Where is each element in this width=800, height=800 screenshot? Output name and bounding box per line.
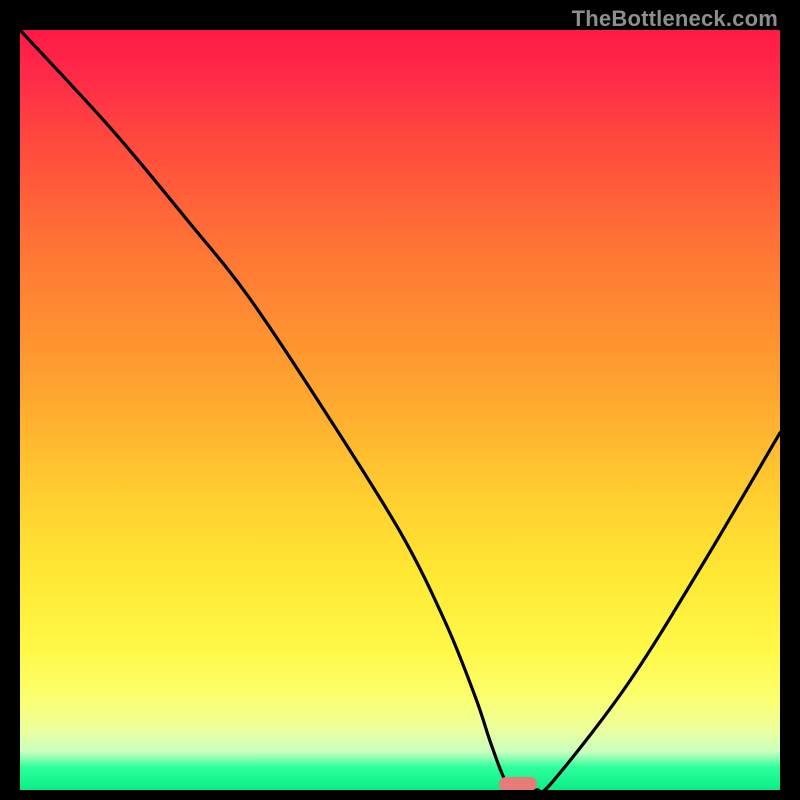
optimal-marker — [499, 777, 537, 790]
plot-area — [20, 30, 780, 790]
curve-path — [20, 30, 780, 790]
bottleneck-curve — [20, 30, 780, 790]
watermark-text: TheBottleneck.com — [572, 6, 778, 32]
chart-frame: TheBottleneck.com — [0, 0, 800, 800]
